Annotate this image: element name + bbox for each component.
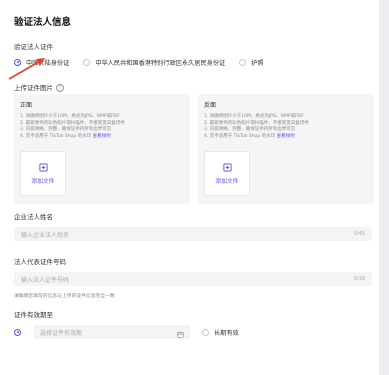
legal-name-counter: 0/45	[353, 231, 365, 237]
verification-card: 验证法人信息 验证法人证件 中国大陆身份证 中华人民共和国香港特别行政区永久居民…	[0, 0, 379, 375]
radio-option-passport[interactable]: 护照	[239, 58, 264, 67]
help-icon[interactable]: ?	[56, 84, 64, 92]
upload-back-title: 反面	[204, 102, 217, 109]
radio-unselected-icon[interactable]	[83, 58, 91, 66]
calendar-icon	[177, 323, 184, 342]
legal-name-placeholder: 输入企业法人姓名	[21, 231, 70, 239]
id-number-label: 法人代表证件号码	[14, 258, 66, 266]
add-file-label: 添加文件	[31, 178, 55, 185]
add-file-icon	[222, 162, 232, 172]
upload-front-title: 正面	[20, 102, 33, 109]
rule-text: 4. 无不适用于 TikTok Shop 的水印	[204, 133, 276, 139]
radio-option-hk-id[interactable]: 中华人民共和国香港特别行政区永久居民身份证	[83, 58, 225, 67]
radio-unselected-icon[interactable]	[202, 328, 209, 336]
add-file-icon	[38, 162, 48, 172]
view-sample-link[interactable]: 查看样例	[277, 134, 295, 139]
id-number-placeholder: 输入法人证件号码	[21, 276, 70, 284]
add-file-back-button[interactable]: 添加文件	[204, 151, 250, 196]
radio-unselected-icon[interactable]	[239, 58, 247, 66]
page-background-edge	[379, 0, 389, 375]
rule-line: 4. 无不适用于 TikTok Shop 的水印 查看样例	[20, 134, 184, 141]
upload-front-rules: 1. 请确保图片小于10M，格式为JPG、BMP或PDF 2. 最新原件的彩色照…	[20, 114, 184, 140]
add-file-label: 添加文件	[215, 178, 239, 185]
validity-date-picker[interactable]: 选择证件有效期	[34, 325, 190, 339]
id-number-hint: 请确保您填写的信息与上传的证件信息完全一致	[14, 294, 115, 299]
validity-label: 证件有效期至	[14, 311, 53, 319]
validity-date-placeholder: 选择证件有效期	[40, 329, 83, 337]
add-file-front-button[interactable]: 添加文件	[20, 151, 66, 196]
rule-text: 4. 无不适用于 TikTok Shop 的水印	[20, 133, 92, 139]
annotation-arrow-icon	[8, 58, 45, 80]
id-number-input[interactable]: 输入法人证件号码 0/18	[14, 272, 372, 286]
upload-label-text: 上传证件图片	[14, 84, 53, 92]
view-sample-link[interactable]: 查看样例	[93, 134, 111, 139]
id-number-counter: 0/18	[353, 276, 365, 282]
upload-front-panel: 正面 1. 请确保图片小于10M，格式为JPG、BMP或PDF 2. 最新原件的…	[14, 94, 190, 204]
radio-selected-icon[interactable]	[14, 328, 21, 336]
upload-back-rules: 1. 请确保图片小于10M，格式为JPG、BMP或PDF 2. 最新原件的彩色照…	[204, 114, 368, 140]
long-term-option[interactable]: 长期有效	[202, 328, 239, 337]
upload-back-panel: 反面 1. 请确保图片小于10M，格式为JPG、BMP或PDF 2. 最新原件的…	[198, 94, 374, 204]
id-type-radio-group: 中国大陆身份证 中华人民共和国香港特别行政区永久居民身份证 护照	[14, 56, 374, 68]
radio-option-label: 护照	[251, 59, 264, 67]
upload-section-label: 上传证件图片?	[14, 82, 64, 92]
legal-name-input[interactable]: 输入企业法人姓名 0/45	[14, 227, 372, 241]
validity-row: 选择证件有效期 长期有效	[14, 325, 239, 339]
rule-line: 4. 无不适用于 TikTok Shop 的水印 查看样例	[204, 134, 368, 141]
long-term-label: 长期有效	[214, 329, 239, 337]
radio-option-label: 中华人民共和国香港特别行政区永久居民身份证	[95, 59, 226, 67]
legal-name-label: 企业法人姓名	[14, 213, 53, 221]
